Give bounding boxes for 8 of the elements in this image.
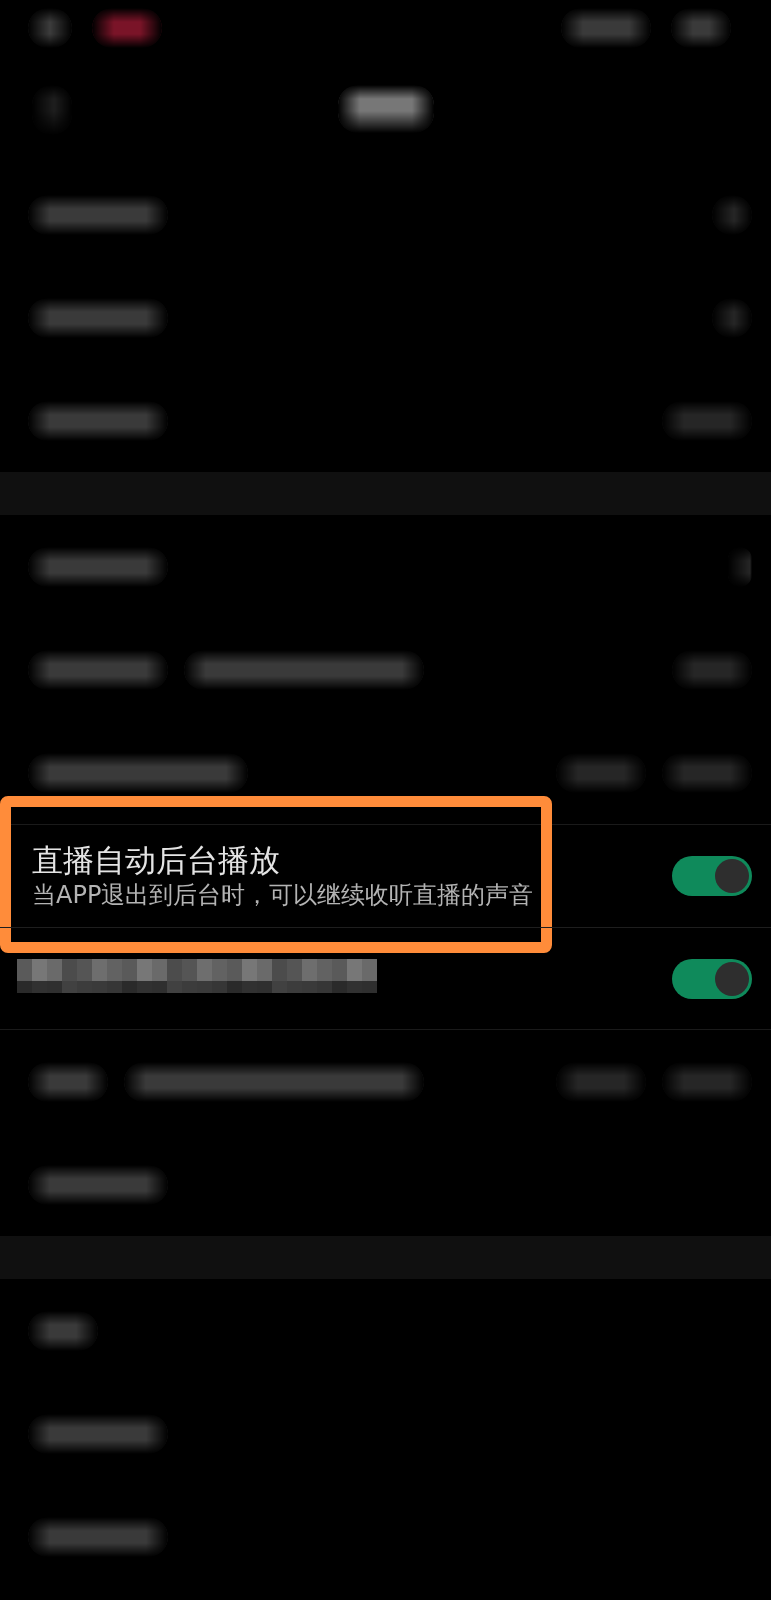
setting-description: 当APP退出到后台时，可以继续收听直播的声音 <box>32 880 534 911</box>
toggle-switch[interactable] <box>672 856 752 896</box>
blurred-icon <box>28 7 72 48</box>
blurred-icon <box>92 7 162 48</box>
blurred-text <box>28 1310 98 1351</box>
toggle-switch[interactable] <box>672 958 752 999</box>
blurred-icon <box>671 7 731 48</box>
setting-title: 直播自动后台播放 <box>32 841 281 879</box>
